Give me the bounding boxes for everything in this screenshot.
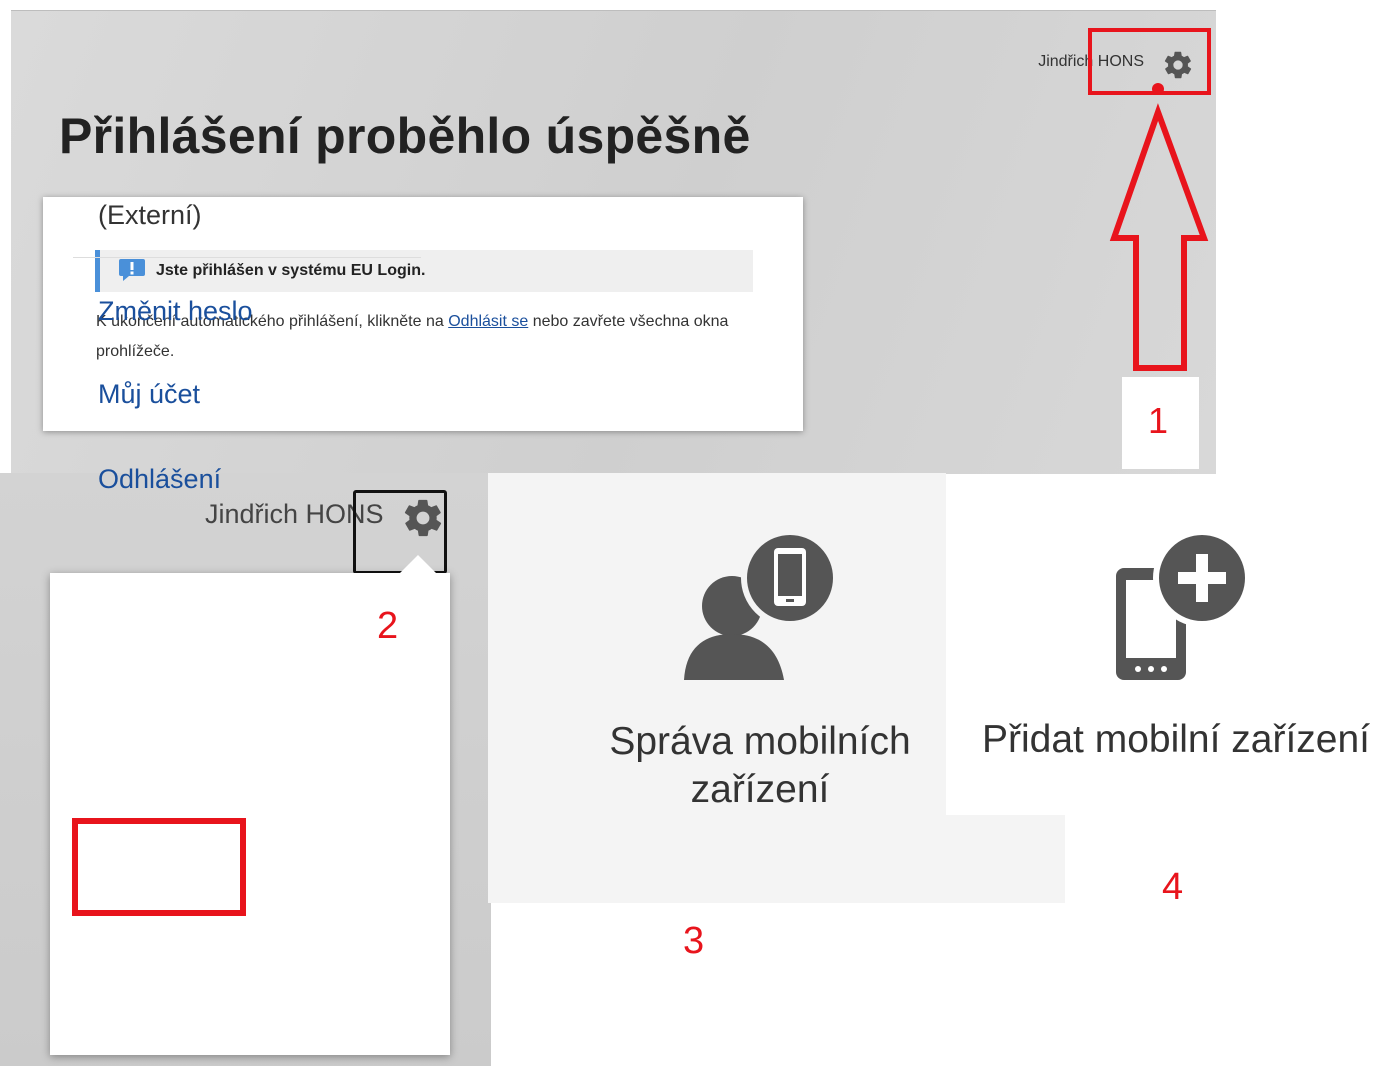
add-device-title[interactable]: Přidat mobilní zařízení	[982, 718, 1370, 762]
page-title: Přihlášení proběhlo úspěšně	[59, 108, 751, 164]
exclamation-icon	[119, 259, 145, 281]
manage-devices-title-line1: Správa mobilních	[609, 720, 911, 763]
annotation-number: 3	[683, 920, 705, 962]
add-mobile-icon[interactable]	[1114, 532, 1248, 680]
manage-devices-title-line2: zařízení	[690, 768, 830, 811]
logout-link[interactable]: Odhlásit se	[448, 313, 528, 330]
manage-devices-tile-extension	[946, 815, 1065, 903]
annotation-highlight-box	[72, 818, 246, 916]
menu-item-my-account[interactable]: Můj účet	[98, 379, 200, 410]
annotation-number: 4	[1162, 866, 1184, 908]
manage-devices-title: Správa mobilních zařízení	[580, 718, 940, 814]
annotation-number: 2	[377, 605, 399, 647]
gear-icon[interactable]	[401, 496, 445, 540]
menu-item-logout[interactable]: Odhlášení	[98, 464, 221, 495]
user-mobile-icon	[684, 529, 838, 680]
menu-divider	[73, 257, 421, 258]
notice-text: Jste přihlášen v systému EU Login.	[156, 262, 426, 279]
menu-item-change-password[interactable]: Změnit heslo	[98, 296, 253, 327]
annotation-arrow-up-icon	[1109, 83, 1209, 371]
user-menu-panel: Jindřich HONS 2	[0, 473, 491, 1066]
annotation-number: 1	[1148, 400, 1169, 441]
user-role: (Externí)	[98, 200, 202, 230]
dropdown-caret	[398, 555, 438, 575]
